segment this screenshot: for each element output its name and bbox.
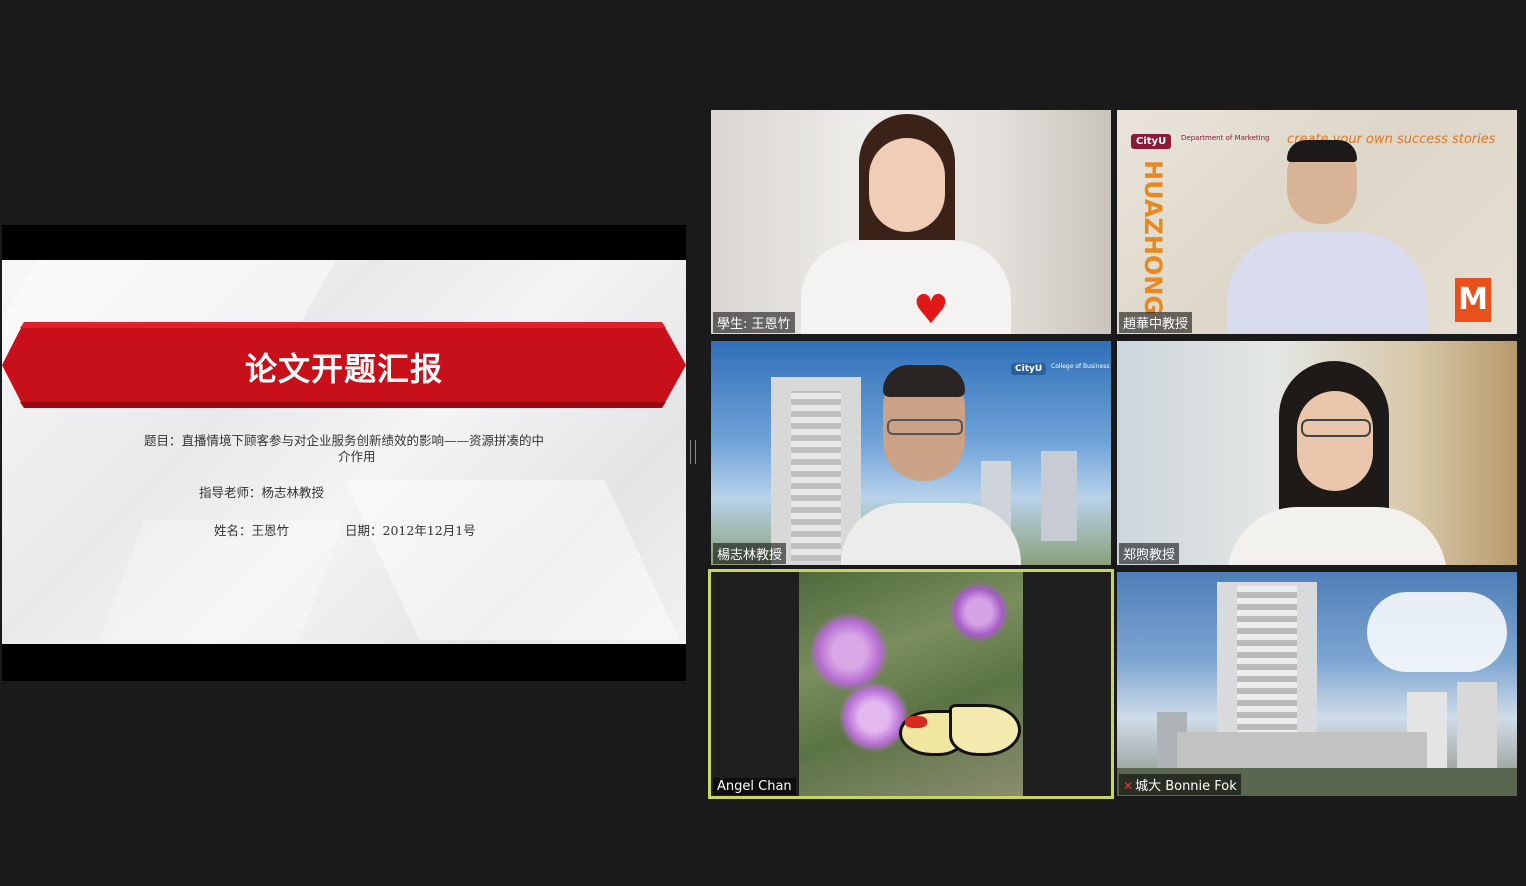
shared-screen[interactable]: 论文开题汇报 题目：直播情境下顾客参与对企业服务创新绩效的影响——资源拼凑的中 … [2,225,686,681]
participant-name-row: ✕ 城大 Bonnie Fok [1119,774,1241,795]
participant-name: 學生: 王恩竹 [713,312,795,333]
heart-icon: ♥ [913,287,949,333]
video-tile-bonnie[interactable]: ✕ 城大 Bonnie Fok [1117,572,1517,796]
college-label: College of Business [1051,363,1110,370]
slide-date: 日期：2012年12月1号 [345,523,476,538]
participant-name: Angel Chan [713,778,796,795]
slide-student-name: 姓名：王恩竹 [214,523,290,538]
participant-name: 城大 Bonnie Fok [1135,779,1237,794]
slide-advisor: 指导老师：杨志林教授 [199,485,325,500]
backdrop-vertical-text: HUAZHONG [1139,160,1167,316]
slide-title: 论文开题汇报 [244,350,443,388]
butterfly-image [899,700,1021,770]
participant-video [1227,361,1447,565]
participant-video [841,363,1021,565]
participant-name: 趙華中教授 [1119,312,1193,333]
participant-name: 郑煦教授 [1119,543,1180,564]
slide-topic-line2: 介作用 [338,449,376,464]
video-tile-zhao[interactable]: CityU Department of Marketing create you… [1117,110,1517,334]
video-tile-student[interactable]: ♥ 學生: 王恩竹 [711,110,1111,334]
mic-muted-icon: ✕ [1123,779,1134,793]
panel-resize-handle[interactable] [690,440,696,464]
video-tile-yang[interactable]: CityU College of Business 楊志林教授 [711,341,1111,565]
participant-name: 楊志林教授 [713,543,787,564]
m-logo: M [1455,278,1491,322]
participant-video: ♥ [801,110,1011,334]
video-tile-zheng[interactable]: 郑煦教授 [1117,341,1517,565]
cityu-logo: CityU [1131,134,1172,149]
video-tile-angel[interactable]: Angel Chan [708,569,1114,799]
profile-picture [799,572,1023,796]
presentation-slide: 论文开题汇报 题目：直播情境下顾客参与对企业服务创新绩效的影响——资源拼凑的中 … [2,260,686,644]
participant-video [1227,140,1427,334]
